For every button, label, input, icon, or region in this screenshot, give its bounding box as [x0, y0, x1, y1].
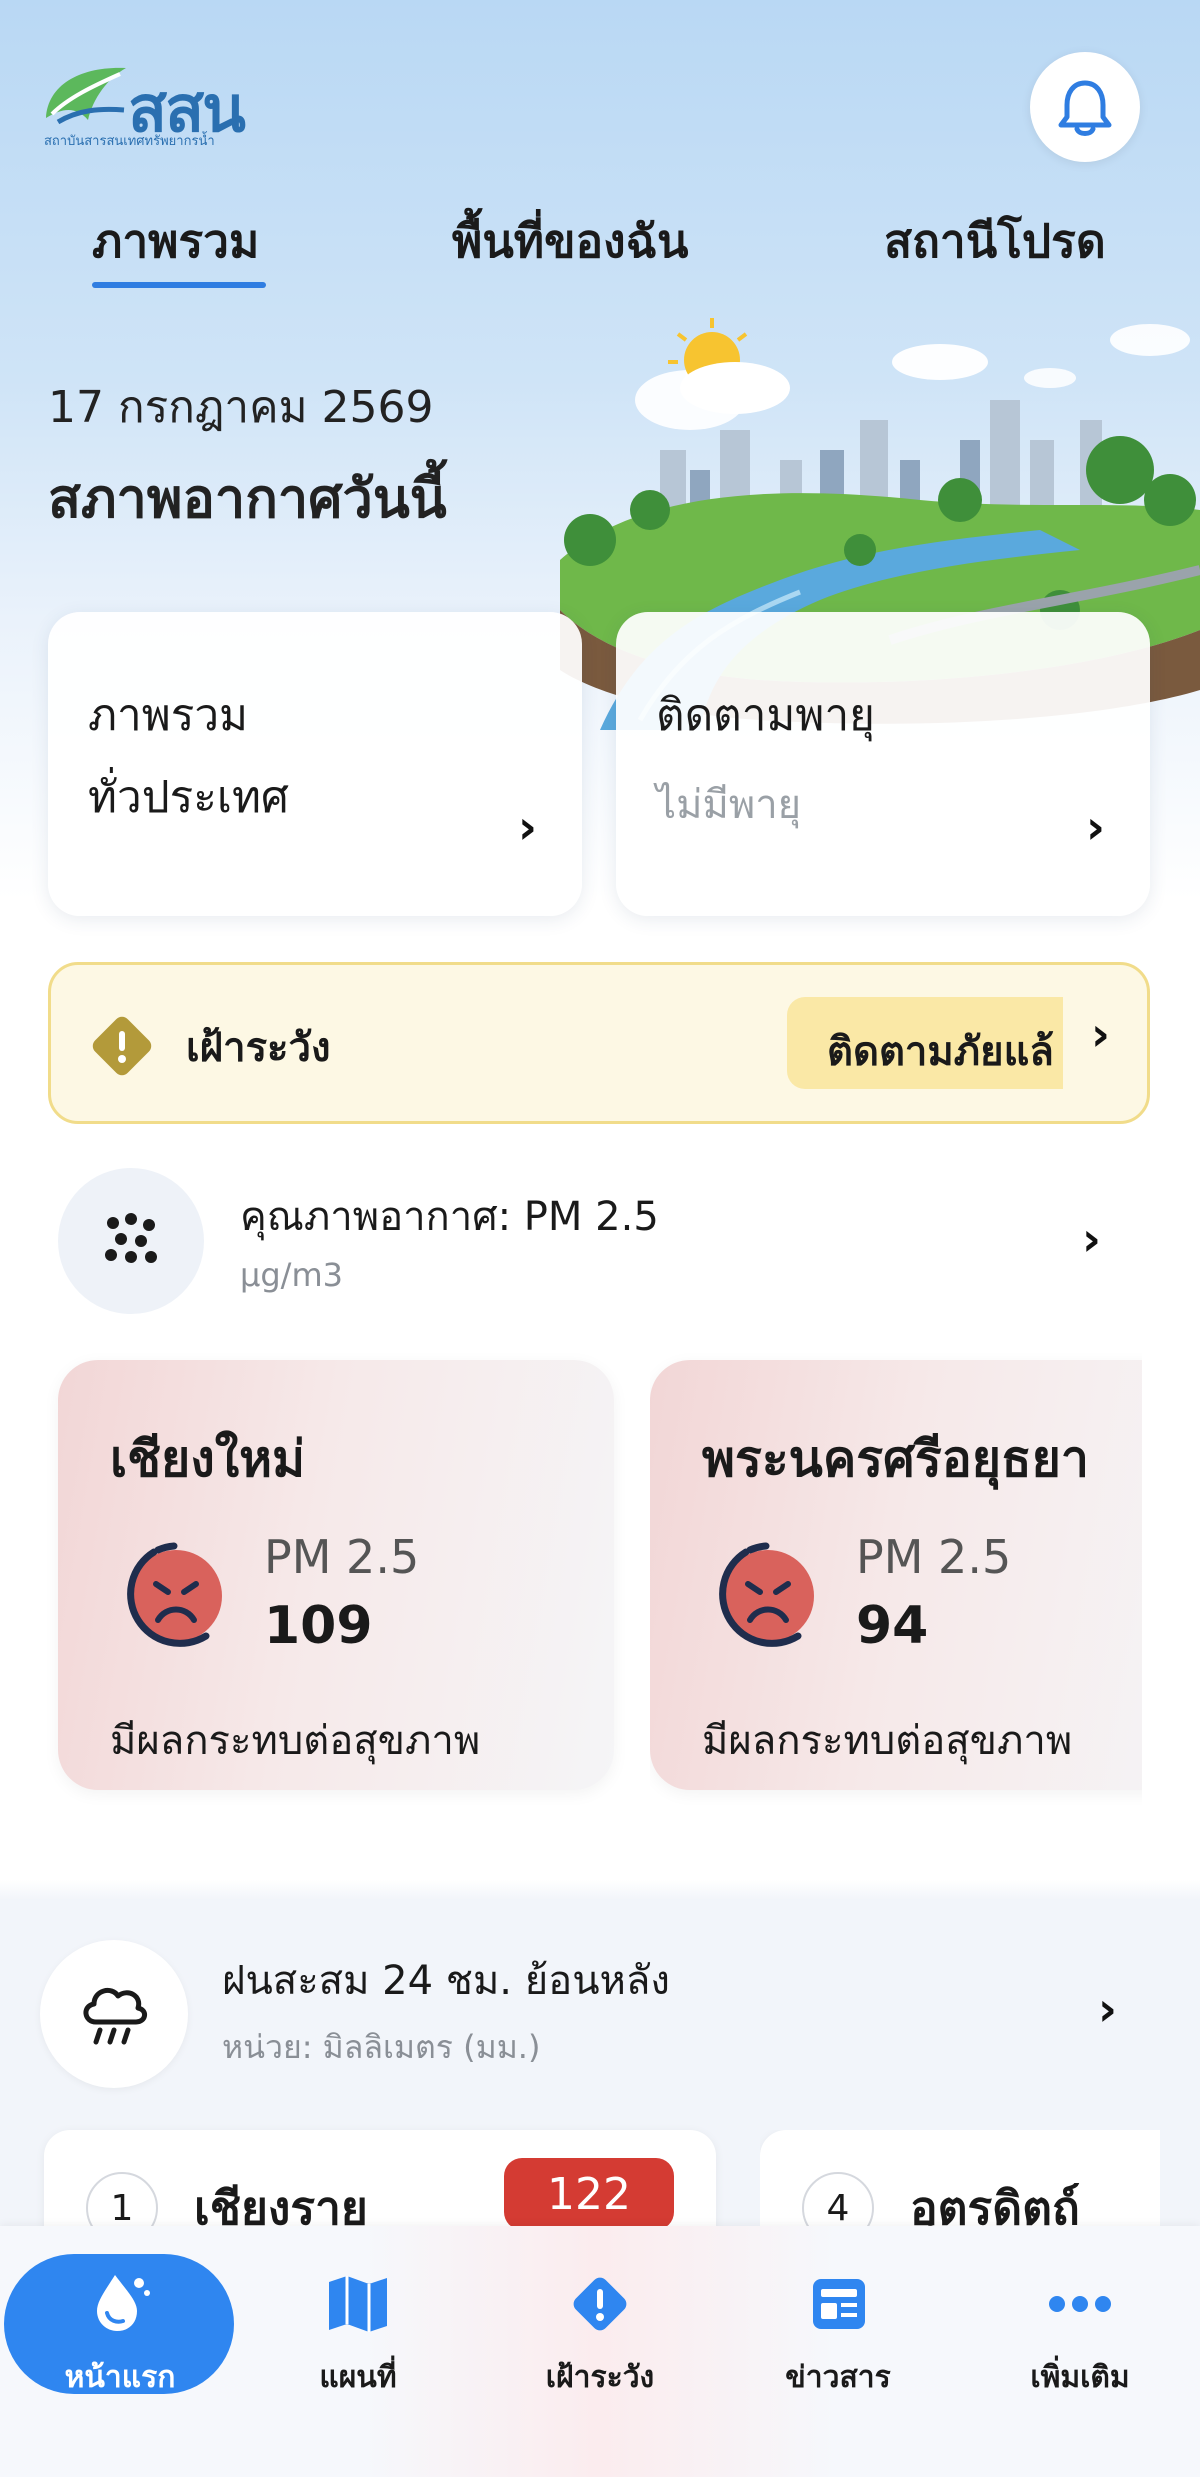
weather-heading: สภาพอากาศวันนี้	[48, 467, 447, 530]
map-icon	[318, 2264, 398, 2344]
rain-amount-badge: 122	[504, 2158, 674, 2230]
rain-section-chevron-icon[interactable]: ›	[1098, 1982, 1117, 2036]
pm25-value: 109	[264, 1596, 373, 1656]
nav-news-label: ข่าวสาร	[785, 2360, 891, 2395]
dust-particles-icon	[105, 1213, 157, 1263]
nav-map[interactable]: แผนที่	[258, 2226, 458, 2426]
pm25-value: 94	[856, 1596, 929, 1656]
pm25-label: PM 2.5	[264, 1530, 420, 1584]
national-overview-card[interactable]: ภาพรวม ทั่วประเทศ ›	[48, 612, 582, 916]
pm25-section-title: คุณภาพอากาศ: PM 2.5	[240, 1194, 659, 1240]
pm25-unit: μg/m3	[240, 1256, 343, 1294]
more-icon	[1040, 2264, 1120, 2344]
rain-section-icon-wrap	[40, 1940, 188, 2088]
nav-more-label: เพิ่มเติม	[1030, 2360, 1130, 2395]
drought-tracking-chip[interactable]: ติดตามภัยแล้	[787, 997, 1063, 1089]
rain-unit: หน่วย: มิลลิเมตร (มม.)	[222, 2028, 541, 2066]
chevron-right-icon: ›	[1086, 800, 1105, 854]
logo-leaf-icon	[46, 67, 126, 125]
nav-home-label: หน้าแรก	[64, 2360, 176, 2395]
drought-tracking-label: ติดตามภัยแล้	[827, 1029, 1054, 1075]
pm25-status: มีผลกระทบต่อสุขภาพ	[110, 1718, 481, 1764]
storm-title: ติดตามพายุ	[656, 690, 875, 741]
nav-news[interactable]: ข่าวสาร	[738, 2226, 938, 2426]
watch-alert-banner[interactable]: เฝ้าระวัง ติดตามภัยแล้ ›	[48, 962, 1150, 1124]
chevron-right-icon: ›	[1091, 1007, 1110, 1061]
pm25-city: เชียงใหม่	[110, 1430, 306, 1488]
nav-watch-label: เฝ้าระวัง	[545, 2360, 655, 2395]
tab-overview[interactable]: ภาพรวม	[92, 205, 259, 278]
current-date: 17 กรกฎาคม 2569	[48, 382, 434, 433]
pm25-section-icon-wrap	[58, 1168, 204, 1314]
pm25-card-clip: พระนครศรีอยุธยา PM 2.5 94 มีผลกระทบต่อสุ…	[650, 1350, 1142, 1810]
alert-label: เฝ้าระวัง	[186, 1025, 331, 1071]
storm-status: ไม่มีพายุ	[656, 782, 802, 828]
top-tabs: ภาพรวม พื้นที่ของฉัน สถานีโปรด	[0, 205, 1200, 295]
pm25-section-chevron-icon[interactable]: ›	[1082, 1212, 1101, 1266]
tab-my-area[interactable]: พื้นที่ของฉัน	[452, 205, 688, 278]
rain-cloud-icon	[83, 1987, 147, 2045]
nav-watch[interactable]: เฝ้าระวัง	[500, 2226, 700, 2426]
logo-subtitle: สถาบันสารสนเทศทรัพยากรน้ำ	[44, 134, 215, 149]
water-drop-icon	[80, 2264, 160, 2344]
app-logo: สสน สถาบันสารสนเทศทรัพยากรน้ำ	[38, 58, 278, 150]
bottom-navigation: หน้าแรก แผนที่ เฝ้าระวัง ข่าวสาร เพิ่มเต…	[0, 2226, 1200, 2477]
overview-title-line1: ภาพรวม	[88, 690, 249, 741]
pm25-card-ayutthaya[interactable]: พระนครศรีอยุธยา PM 2.5 94 มีผลกระทบต่อสุ…	[650, 1360, 1142, 1790]
active-tab-indicator	[92, 282, 266, 288]
nav-map-label: แผนที่	[319, 2360, 397, 2395]
pm25-status: มีผลกระทบต่อสุขภาพ	[702, 1718, 1073, 1764]
unhealthy-face-icon	[127, 1542, 222, 1647]
warning-diamond-icon	[92, 1016, 152, 1076]
pm25-city: พระนครศรีอยุธยา	[702, 1430, 1089, 1488]
nav-more[interactable]: เพิ่มเติม	[980, 2226, 1180, 2426]
alert-icon	[560, 2264, 640, 2344]
chevron-right-icon: ›	[518, 800, 537, 854]
overview-title-line2: ทั่วประเทศ	[88, 772, 289, 823]
storm-tracking-card[interactable]: ติดตามพายุ ไม่มีพายุ ›	[616, 612, 1150, 916]
notification-button[interactable]	[1030, 52, 1140, 162]
pm25-card-chiang-mai[interactable]: เชียงใหม่ PM 2.5 109 มีผลกระทบต่อสุขภาพ	[58, 1360, 614, 1790]
rain-section-title: ฝนสะสม 24 ชม. ย้อนหลัง	[222, 1958, 670, 2004]
news-icon	[798, 2264, 878, 2344]
pm25-label: PM 2.5	[856, 1530, 1012, 1584]
nav-home[interactable]: หน้าแรก	[20, 2226, 220, 2426]
tab-favorite-stations[interactable]: สถานีโปรด	[884, 205, 1106, 278]
bell-icon	[1058, 80, 1112, 136]
unhealthy-face-icon	[719, 1542, 814, 1647]
